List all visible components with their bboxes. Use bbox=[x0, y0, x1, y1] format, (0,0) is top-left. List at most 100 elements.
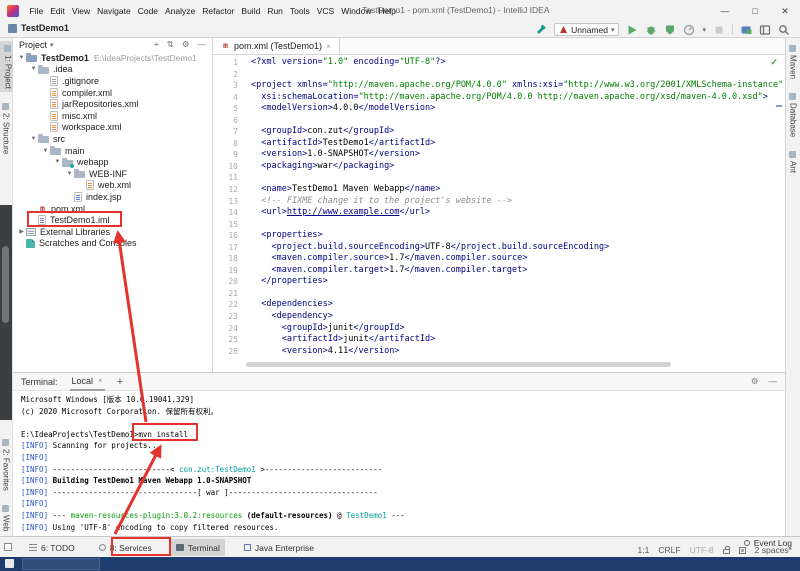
new-session-icon[interactable]: + bbox=[117, 376, 123, 388]
project-view-selector[interactable]: Project bbox=[19, 40, 47, 50]
line-number: 5 bbox=[213, 103, 251, 115]
profiler-button[interactable] bbox=[683, 24, 695, 36]
menu-vcs[interactable]: VCS bbox=[313, 6, 337, 16]
hide-panel-icon[interactable]: — bbox=[769, 376, 778, 387]
editor-horizontal-scrollbar[interactable] bbox=[246, 362, 671, 367]
menu-build[interactable]: Build bbox=[238, 6, 264, 16]
tree-toggle-icon[interactable]: ▼ bbox=[29, 66, 38, 72]
close-icon[interactable]: × bbox=[98, 376, 103, 385]
tree-toggle-icon[interactable]: ▼ bbox=[29, 136, 38, 142]
status-button-java[interactable]: Java Enterprise bbox=[239, 539, 319, 556]
tool-button-project[interactable]: 1: Project bbox=[0, 41, 13, 92]
lock-icon[interactable] bbox=[723, 549, 730, 554]
menu-code[interactable]: Code bbox=[134, 6, 161, 16]
line-number: 9 bbox=[213, 149, 251, 161]
tree-item[interactable]: workspace.xml bbox=[13, 122, 212, 134]
tree-item[interactable]: ▼TestDemo1E:\IdeaProjects\TestDemo1 bbox=[13, 52, 212, 64]
tool-window-switcher-icon[interactable] bbox=[4, 543, 12, 551]
run-toolbar: Unnamed ▾ ▾ bbox=[535, 22, 790, 37]
build-hammer-icon[interactable] bbox=[535, 24, 547, 36]
tree-item[interactable]: mpom.xml bbox=[13, 203, 212, 215]
menu-bar: FileEditViewNavigateCodeAnalyzeRefactorB… bbox=[26, 6, 399, 16]
line-number: 22 bbox=[213, 299, 251, 311]
menu-file[interactable]: File bbox=[26, 6, 47, 16]
collapse-all-icon[interactable]: ⇅ bbox=[167, 39, 174, 50]
tool-button-web[interactable]: Web bbox=[2, 501, 11, 534]
profiler-chevron-icon[interactable]: ▾ bbox=[702, 26, 706, 34]
tree-toggle-icon[interactable]: ▼ bbox=[53, 159, 62, 165]
code-text: <groupId>junit</groupId> bbox=[251, 323, 405, 335]
close-tab-icon[interactable]: × bbox=[326, 42, 331, 51]
breadcrumb[interactable]: TestDemo1 bbox=[8, 23, 69, 33]
code-seg: </properties> bbox=[251, 276, 328, 286]
terminal-console[interactable]: Microsoft Windows [版本 10.0.19041.329](c)… bbox=[21, 391, 781, 534]
gear-icon[interactable]: ⚙ bbox=[182, 39, 190, 50]
hide-panel-icon[interactable]: — bbox=[198, 39, 207, 50]
coverage-button[interactable] bbox=[664, 24, 676, 36]
line-separator-widget[interactable]: CRLF bbox=[658, 545, 680, 555]
debug-button[interactable] bbox=[645, 24, 657, 36]
line-number: 11 bbox=[213, 172, 251, 184]
tree-toggle-icon[interactable]: ▶ bbox=[17, 228, 26, 235]
tree-item[interactable]: ▼src bbox=[13, 133, 212, 145]
terminal-seg: Scanning for projects... bbox=[53, 441, 161, 450]
code-area[interactable]: 1<?xml version="1.0" encoding="UTF-8"?>2… bbox=[213, 57, 785, 358]
menu-edit[interactable]: Edit bbox=[47, 6, 69, 16]
menu-view[interactable]: View bbox=[68, 6, 93, 16]
status-button-todo[interactable]: 6: TODO bbox=[24, 539, 80, 556]
gear-icon[interactable]: ⚙ bbox=[751, 376, 759, 387]
tree-item[interactable]: web.xml bbox=[13, 180, 212, 192]
minimize-button[interactable]: — bbox=[710, 0, 740, 22]
tree-item[interactable]: Scratches and Consoles bbox=[13, 238, 212, 250]
code-seg: http://www.example.com bbox=[287, 207, 400, 217]
encoding-widget[interactable]: UTF-8 bbox=[690, 545, 714, 555]
status-button-services[interactable]: 8: Services bbox=[94, 539, 157, 556]
indent-widget[interactable]: 2 spaces* bbox=[755, 545, 792, 555]
tool-button-database[interactable]: Database bbox=[789, 89, 798, 140]
project-structure-icon[interactable] bbox=[740, 24, 752, 36]
locate-file-icon[interactable]: ⌖ bbox=[154, 39, 159, 50]
search-everywhere-icon[interactable] bbox=[778, 24, 790, 36]
tree-toggle-icon[interactable]: ▼ bbox=[65, 171, 74, 177]
menu-tools[interactable]: Tools bbox=[286, 6, 313, 16]
tree-item[interactable]: ▼.idea bbox=[13, 64, 212, 76]
status-button-terminal[interactable]: Terminal bbox=[171, 539, 225, 556]
tool-button-ant[interactable]: Ant bbox=[789, 147, 798, 176]
window-controls: — □ ✕ bbox=[710, 0, 800, 22]
code-line: 5 <modelVersion>4.0.0</modelVersion> bbox=[213, 103, 785, 115]
tree-item[interactable]: ▼webapp bbox=[13, 156, 212, 168]
tree-item[interactable]: .gitignore bbox=[13, 75, 212, 87]
code-seg: <groupId> bbox=[251, 323, 328, 333]
tree-item[interactable]: misc.xml bbox=[13, 110, 212, 122]
terminal-line: [INFO] --------------------------------[… bbox=[21, 487, 781, 499]
run-config-selector[interactable]: Unnamed ▾ bbox=[554, 23, 619, 36]
code-seg: TestDemo1 bbox=[323, 138, 369, 148]
tree-item[interactable]: TestDemo1.iml bbox=[13, 214, 212, 226]
layout-icon[interactable] bbox=[759, 24, 771, 36]
terminal-tab-local[interactable]: Local × bbox=[70, 373, 105, 391]
tool-button-maven[interactable]: Maven bbox=[789, 41, 798, 82]
tree-item[interactable]: index.jsp bbox=[13, 191, 212, 203]
tree-toggle-icon[interactable]: ▼ bbox=[41, 148, 50, 154]
menu-run[interactable]: Run bbox=[264, 6, 287, 16]
tree-item[interactable]: ▶External Libraries bbox=[13, 226, 212, 238]
caret-position-widget[interactable]: 1:1 bbox=[638, 545, 650, 555]
terminal-seg: [INFO] bbox=[21, 499, 48, 508]
tool-button-structure[interactable]: 2: Structure bbox=[2, 99, 11, 157]
close-button[interactable]: ✕ bbox=[770, 0, 800, 22]
menu-analyze[interactable]: Analyze bbox=[162, 6, 199, 16]
code-seg: 1.0-SNAPSHOT bbox=[307, 149, 368, 159]
tree-item[interactable]: ▼main bbox=[13, 145, 212, 157]
indent-guide-icon[interactable] bbox=[739, 547, 746, 554]
tree-item[interactable]: ▼WEB-INF bbox=[13, 168, 212, 180]
tree-toggle-icon[interactable]: ▼ bbox=[17, 55, 26, 61]
tree-item[interactable]: jarRepositories.xml bbox=[13, 98, 212, 110]
maximize-button[interactable]: □ bbox=[740, 0, 770, 22]
menu-refactor[interactable]: Refactor bbox=[199, 6, 238, 16]
tool-button-favorites[interactable]: 2: Favorites bbox=[2, 435, 11, 494]
tab-pom-xml[interactable]: m pom.xml (TestDemo1) × bbox=[213, 38, 340, 54]
tree-item[interactable]: compiler.xml bbox=[13, 87, 212, 99]
stop-button[interactable] bbox=[713, 24, 725, 36]
run-button[interactable] bbox=[626, 24, 638, 36]
menu-navigate[interactable]: Navigate bbox=[94, 6, 135, 16]
